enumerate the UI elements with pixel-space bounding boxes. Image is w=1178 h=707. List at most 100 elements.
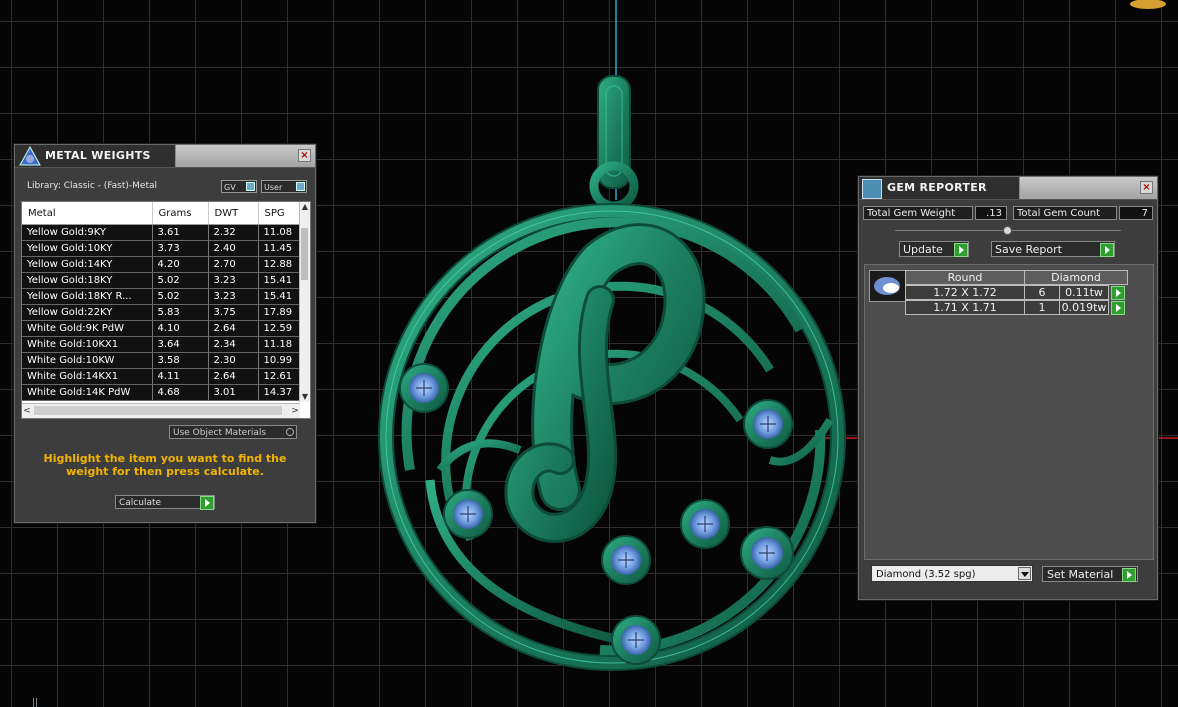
scroll-up-icon[interactable]: ▲ (300, 202, 310, 212)
spg-value: 11.45 (258, 240, 301, 257)
scroll-left-icon[interactable]: < (22, 404, 32, 418)
use-object-materials-label: Use Object Materials (173, 428, 267, 438)
user-toggle-label: User (264, 183, 283, 192)
arrow-right-icon (200, 496, 214, 510)
gem-setting-7 (611, 615, 661, 665)
col-spg[interactable]: SPG (258, 202, 301, 225)
toggle-knob (296, 182, 305, 191)
dwt-value: 3.23 (208, 288, 259, 305)
gem-weight: 0.019tw (1059, 300, 1109, 315)
gem-setting-1 (399, 363, 449, 413)
update-button[interactable]: Update (899, 241, 969, 257)
arrow-right-icon (954, 243, 968, 257)
scroll-thumb[interactable] (301, 228, 308, 280)
col-grams[interactable]: Grams (152, 202, 209, 225)
grams-value: 4.68 (152, 384, 209, 401)
header-round: Round (905, 270, 1025, 285)
radio-icon (286, 428, 294, 436)
table-row[interactable]: White Gold:10KX1 3.64 2.34 11.18 (22, 336, 301, 353)
table-row[interactable]: Yellow Gold:10KY 3.73 2.40 11.45 (22, 240, 301, 257)
grams-value: 5.02 (152, 272, 209, 289)
grams-value: 5.83 (152, 304, 209, 321)
save-report-label: Save Report (995, 243, 1062, 256)
vertical-scrollbar[interactable]: ▲ ▼ (299, 202, 310, 402)
close-icon[interactable]: × (298, 149, 311, 162)
gem-count: 6 (1024, 285, 1060, 300)
chevron-down-icon (1018, 567, 1031, 580)
spg-value: 15.41 (258, 288, 301, 305)
collapse-handle[interactable] (1003, 226, 1012, 235)
gv-toggle-label: GV (224, 183, 236, 192)
use-object-materials-checkbox[interactable]: Use Object Materials (169, 425, 297, 439)
scroll-down-icon[interactable]: ▼ (300, 392, 310, 402)
spg-value: 17.89 (258, 304, 301, 321)
save-report-button[interactable]: Save Report (991, 241, 1115, 257)
dwt-value: 2.32 (208, 224, 259, 241)
table-row[interactable]: White Gold:10KW 3.58 2.30 10.99 (22, 352, 301, 369)
metal-name: Yellow Gold:9KY (22, 224, 153, 241)
round-gem-icon (869, 270, 906, 302)
dwt-value: 2.34 (208, 336, 259, 353)
gem-setting-2 (443, 489, 493, 539)
metal-weights-titlebar[interactable]: METAL WEIGHTS × (15, 145, 315, 168)
calculate-label: Calculate (119, 498, 162, 508)
calculate-button[interactable]: Calculate (115, 495, 215, 510)
gem-reporter-title: GEM REPORTER (887, 181, 987, 194)
gem-reporter-panel: GEM REPORTER × Total Gem Weight .13 Tota… (858, 176, 1158, 600)
spg-value: 12.59 (258, 320, 301, 337)
material-dropdown[interactable]: Diamond (3.52 spg) (871, 565, 1033, 582)
table-row[interactable]: White Gold:14KX1 4.11 2.64 12.61 (22, 368, 301, 385)
metal-name: Yellow Gold:18KY (22, 272, 153, 289)
view-gizmo (1130, 0, 1166, 9)
table-row[interactable]: Yellow Gold:14KY 4.20 2.70 12.88 (22, 256, 301, 273)
dwt-value: 2.64 (208, 368, 259, 385)
spg-value: 14.37 (258, 384, 301, 401)
table-row[interactable]: Yellow Gold:18KY R... 5.02 3.23 15.41 (22, 288, 301, 305)
gem-list[interactable]: Round Diamond 1.72 X 1.72 6 0.11tw 1.71 … (864, 264, 1154, 560)
metal-name: White Gold:10KW (22, 352, 153, 369)
set-material-label: Set Material (1047, 568, 1114, 581)
col-metal[interactable]: Metal (22, 202, 153, 225)
arrow-right-icon[interactable] (1111, 286, 1125, 300)
close-icon[interactable]: × (1140, 181, 1153, 194)
gem-reporter-titlebar[interactable]: GEM REPORTER × (859, 177, 1157, 200)
table-row[interactable]: Yellow Gold:9KY 3.61 2.32 11.08 (22, 224, 301, 241)
library-label: Library: Classic - (Fast)-Metal (27, 181, 158, 191)
gem-size: 1.71 X 1.71 (905, 300, 1025, 315)
horizontal-scrollbar[interactable]: < > (22, 403, 300, 418)
metal-weights-icon (19, 145, 41, 166)
toggle-knob (246, 182, 255, 191)
gem-setting-3 (601, 535, 651, 585)
scroll-right-icon[interactable]: > (290, 404, 300, 418)
dwt-value: 2.30 (208, 352, 259, 369)
total-gem-weight-label: Total Gem Weight (863, 206, 973, 220)
metal-name: Yellow Gold:18KY R... (22, 288, 153, 305)
gem-weight: 0.11tw (1059, 285, 1109, 300)
spg-value: 11.08 (258, 224, 301, 241)
gv-toggle[interactable]: GV (221, 180, 257, 193)
col-dwt[interactable]: DWT (208, 202, 259, 225)
grams-value: 4.10 (152, 320, 209, 337)
user-toggle[interactable]: User (261, 180, 307, 193)
metal-table[interactable]: Metal Grams DWT SPG Yellow Gold:9KY 3.61 2… (21, 201, 311, 419)
grams-value: 4.11 (152, 368, 209, 385)
gem-setting-4 (680, 499, 730, 549)
set-material-button[interactable]: Set Material (1042, 566, 1138, 582)
table-row[interactable]: White Gold:9K PdW 4.10 2.64 12.59 (22, 320, 301, 337)
arrow-right-icon[interactable] (1111, 301, 1125, 315)
metal-weights-title: METAL WEIGHTS (45, 149, 151, 162)
total-gem-weight-value: .13 (975, 206, 1007, 220)
scroll-thumb[interactable] (34, 406, 282, 415)
dwt-value: 2.70 (208, 256, 259, 273)
spg-value: 11.18 (258, 336, 301, 353)
table-row[interactable]: Yellow Gold:22KY 5.83 3.75 17.89 (22, 304, 301, 321)
gem-setting-6 (740, 526, 794, 580)
svg-text:||: || (32, 698, 38, 707)
metal-name: Yellow Gold:22KY (22, 304, 153, 321)
table-row[interactable]: Yellow Gold:18KY 5.02 3.23 15.41 (22, 272, 301, 289)
header-diamond: Diamond (1024, 270, 1128, 285)
metal-name: Yellow Gold:10KY (22, 240, 153, 257)
gem-reporter-icon (862, 179, 882, 199)
arrow-right-icon (1122, 568, 1136, 582)
table-row[interactable]: White Gold:14K PdW 4.68 3.01 14.37 (22, 384, 301, 401)
